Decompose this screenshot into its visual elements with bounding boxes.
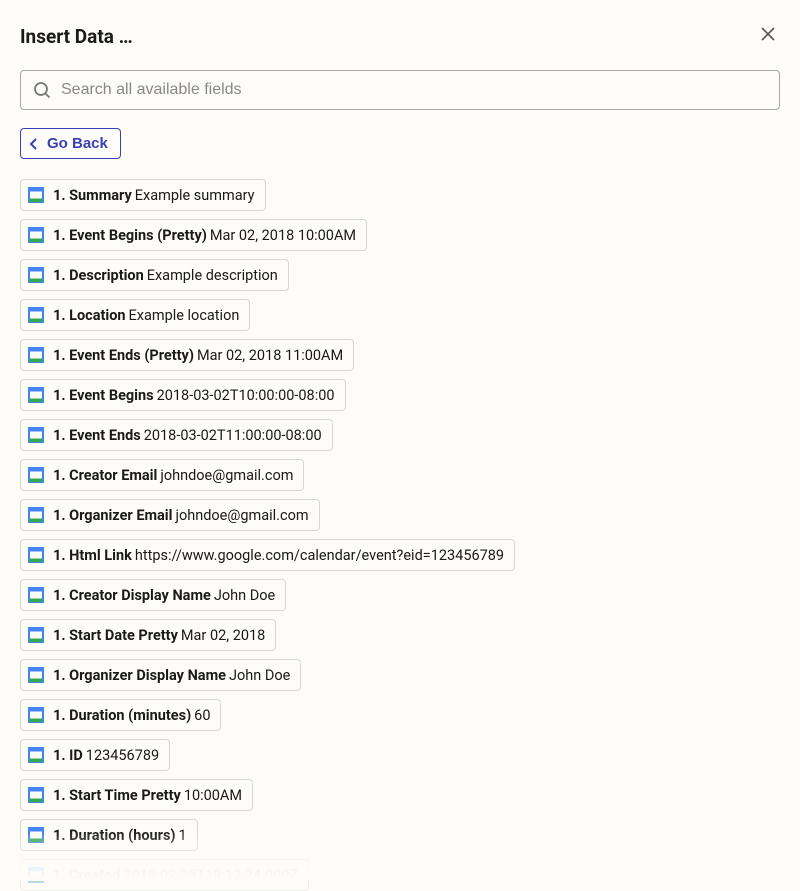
field-label: 1. Event Ends (Pretty) xyxy=(53,347,194,364)
field-value: Mar 02, 2018 xyxy=(181,627,265,644)
calendar-app-icon xyxy=(27,626,45,644)
field-label: 1. Event Begins xyxy=(53,387,154,404)
field-value: 10:00AM xyxy=(184,787,242,804)
field-pill[interactable]: 1. LocationExample location xyxy=(20,299,250,331)
calendar-app-icon xyxy=(27,186,45,204)
search-input[interactable] xyxy=(61,81,767,99)
calendar-app-icon xyxy=(27,546,45,564)
field-label: 1. Organizer Display Name xyxy=(53,667,226,684)
field-label: 1. Event Begins (Pretty) xyxy=(53,227,207,244)
field-pill[interactable]: 1. Event Begins2018-03-02T10:00:00-08:00 xyxy=(20,379,346,411)
field-value: John Doe xyxy=(214,587,275,604)
field-value: Example summary xyxy=(135,187,255,204)
field-value: Mar 02, 2018 11:00AM xyxy=(197,347,343,364)
field-label: 1. Organizer Email xyxy=(53,507,172,524)
field-pill[interactable]: 1. DescriptionExample description xyxy=(20,259,289,291)
field-pill[interactable]: 1. Duration (minutes)60 xyxy=(20,699,221,731)
close-icon xyxy=(760,25,776,47)
field-value: 123456789 xyxy=(86,747,159,764)
calendar-app-icon xyxy=(27,386,45,404)
field-pill[interactable]: 1. Event Begins (Pretty)Mar 02, 2018 10:… xyxy=(20,219,367,251)
go-back-label: Go Back xyxy=(47,135,108,152)
field-pill[interactable]: 1. ID123456789 xyxy=(20,739,170,771)
field-label: 1. Start Time Pretty xyxy=(53,787,181,804)
search-field[interactable] xyxy=(20,70,780,110)
insert-data-modal: Insert Data … Go Back xyxy=(0,0,800,881)
calendar-app-icon xyxy=(27,466,45,484)
field-pill[interactable]: 1. Creator Emailjohndoe@gmail.com xyxy=(20,459,304,491)
field-value: https://www.google.com/calendar/event?ei… xyxy=(135,547,504,564)
field-list: 1. SummaryExample summary 1. Event Begin… xyxy=(20,179,780,891)
calendar-app-icon xyxy=(27,586,45,604)
field-label: 1. Duration (hours) xyxy=(53,827,176,844)
field-value: johndoe@gmail.com xyxy=(175,507,308,524)
field-pill[interactable]: 1. Organizer Display NameJohn Doe xyxy=(20,659,301,691)
close-button[interactable] xyxy=(756,22,780,50)
field-pill[interactable]: 1. SummaryExample summary xyxy=(20,179,266,211)
calendar-app-icon xyxy=(27,306,45,324)
field-pill[interactable]: 1. Created2018-02-28T19:12:24.000Z xyxy=(20,859,309,891)
field-label: 1. Duration (minutes) xyxy=(53,707,191,724)
field-label: 1. Creator Email xyxy=(53,467,157,484)
field-label: 1. Start Date Pretty xyxy=(53,627,178,644)
field-pill[interactable]: 1. Html Linkhttps://www.google.com/calen… xyxy=(20,539,515,571)
calendar-app-icon xyxy=(27,426,45,444)
field-label: 1. Description xyxy=(53,267,144,284)
modal-title: Insert Data … xyxy=(20,25,133,48)
calendar-app-icon xyxy=(27,826,45,844)
field-label: 1. Summary xyxy=(53,187,132,204)
field-value: Example description xyxy=(147,267,278,284)
calendar-app-icon xyxy=(27,266,45,284)
field-value: johndoe@gmail.com xyxy=(160,467,293,484)
field-pill[interactable]: 1. Duration (hours)1 xyxy=(20,819,198,851)
field-pill[interactable]: 1. Start Date PrettyMar 02, 2018 xyxy=(20,619,276,651)
field-label: 1. Html Link xyxy=(53,547,132,564)
field-label: 1. Location xyxy=(53,307,126,324)
field-label: 1. ID xyxy=(53,747,83,764)
field-value: 2018-03-02T10:00:00-08:00 xyxy=(157,387,335,404)
modal-header: Insert Data … xyxy=(20,22,780,50)
search-icon xyxy=(33,81,51,99)
calendar-app-icon xyxy=(27,506,45,524)
field-value: Mar 02, 2018 10:00AM xyxy=(210,227,356,244)
field-label: 1. Creator Display Name xyxy=(53,587,211,604)
calendar-app-icon xyxy=(27,786,45,804)
go-back-button[interactable]: Go Back xyxy=(20,128,121,159)
calendar-app-icon xyxy=(27,346,45,364)
field-value: Example location xyxy=(129,307,240,324)
calendar-app-icon xyxy=(27,706,45,724)
calendar-app-icon xyxy=(27,746,45,764)
field-pill[interactable]: 1. Event Ends2018-03-02T11:00:00-08:00 xyxy=(20,419,333,451)
field-pill[interactable]: 1. Event Ends (Pretty)Mar 02, 2018 11:00… xyxy=(20,339,354,371)
field-pill[interactable]: 1. Start Time Pretty10:00AM xyxy=(20,779,253,811)
calendar-app-icon xyxy=(27,666,45,684)
field-value: 60 xyxy=(194,707,210,724)
field-value: 1 xyxy=(179,827,187,844)
field-label: 1. Event Ends xyxy=(53,427,141,444)
chevron-left-icon xyxy=(29,137,39,151)
calendar-app-icon xyxy=(27,226,45,244)
field-pill[interactable]: 1. Organizer Emailjohndoe@gmail.com xyxy=(20,499,320,531)
calendar-app-icon xyxy=(27,866,45,884)
field-pill[interactable]: 1. Creator Display NameJohn Doe xyxy=(20,579,286,611)
field-value: 2018-03-02T11:00:00-08:00 xyxy=(144,427,322,444)
field-value: John Doe xyxy=(229,667,290,684)
